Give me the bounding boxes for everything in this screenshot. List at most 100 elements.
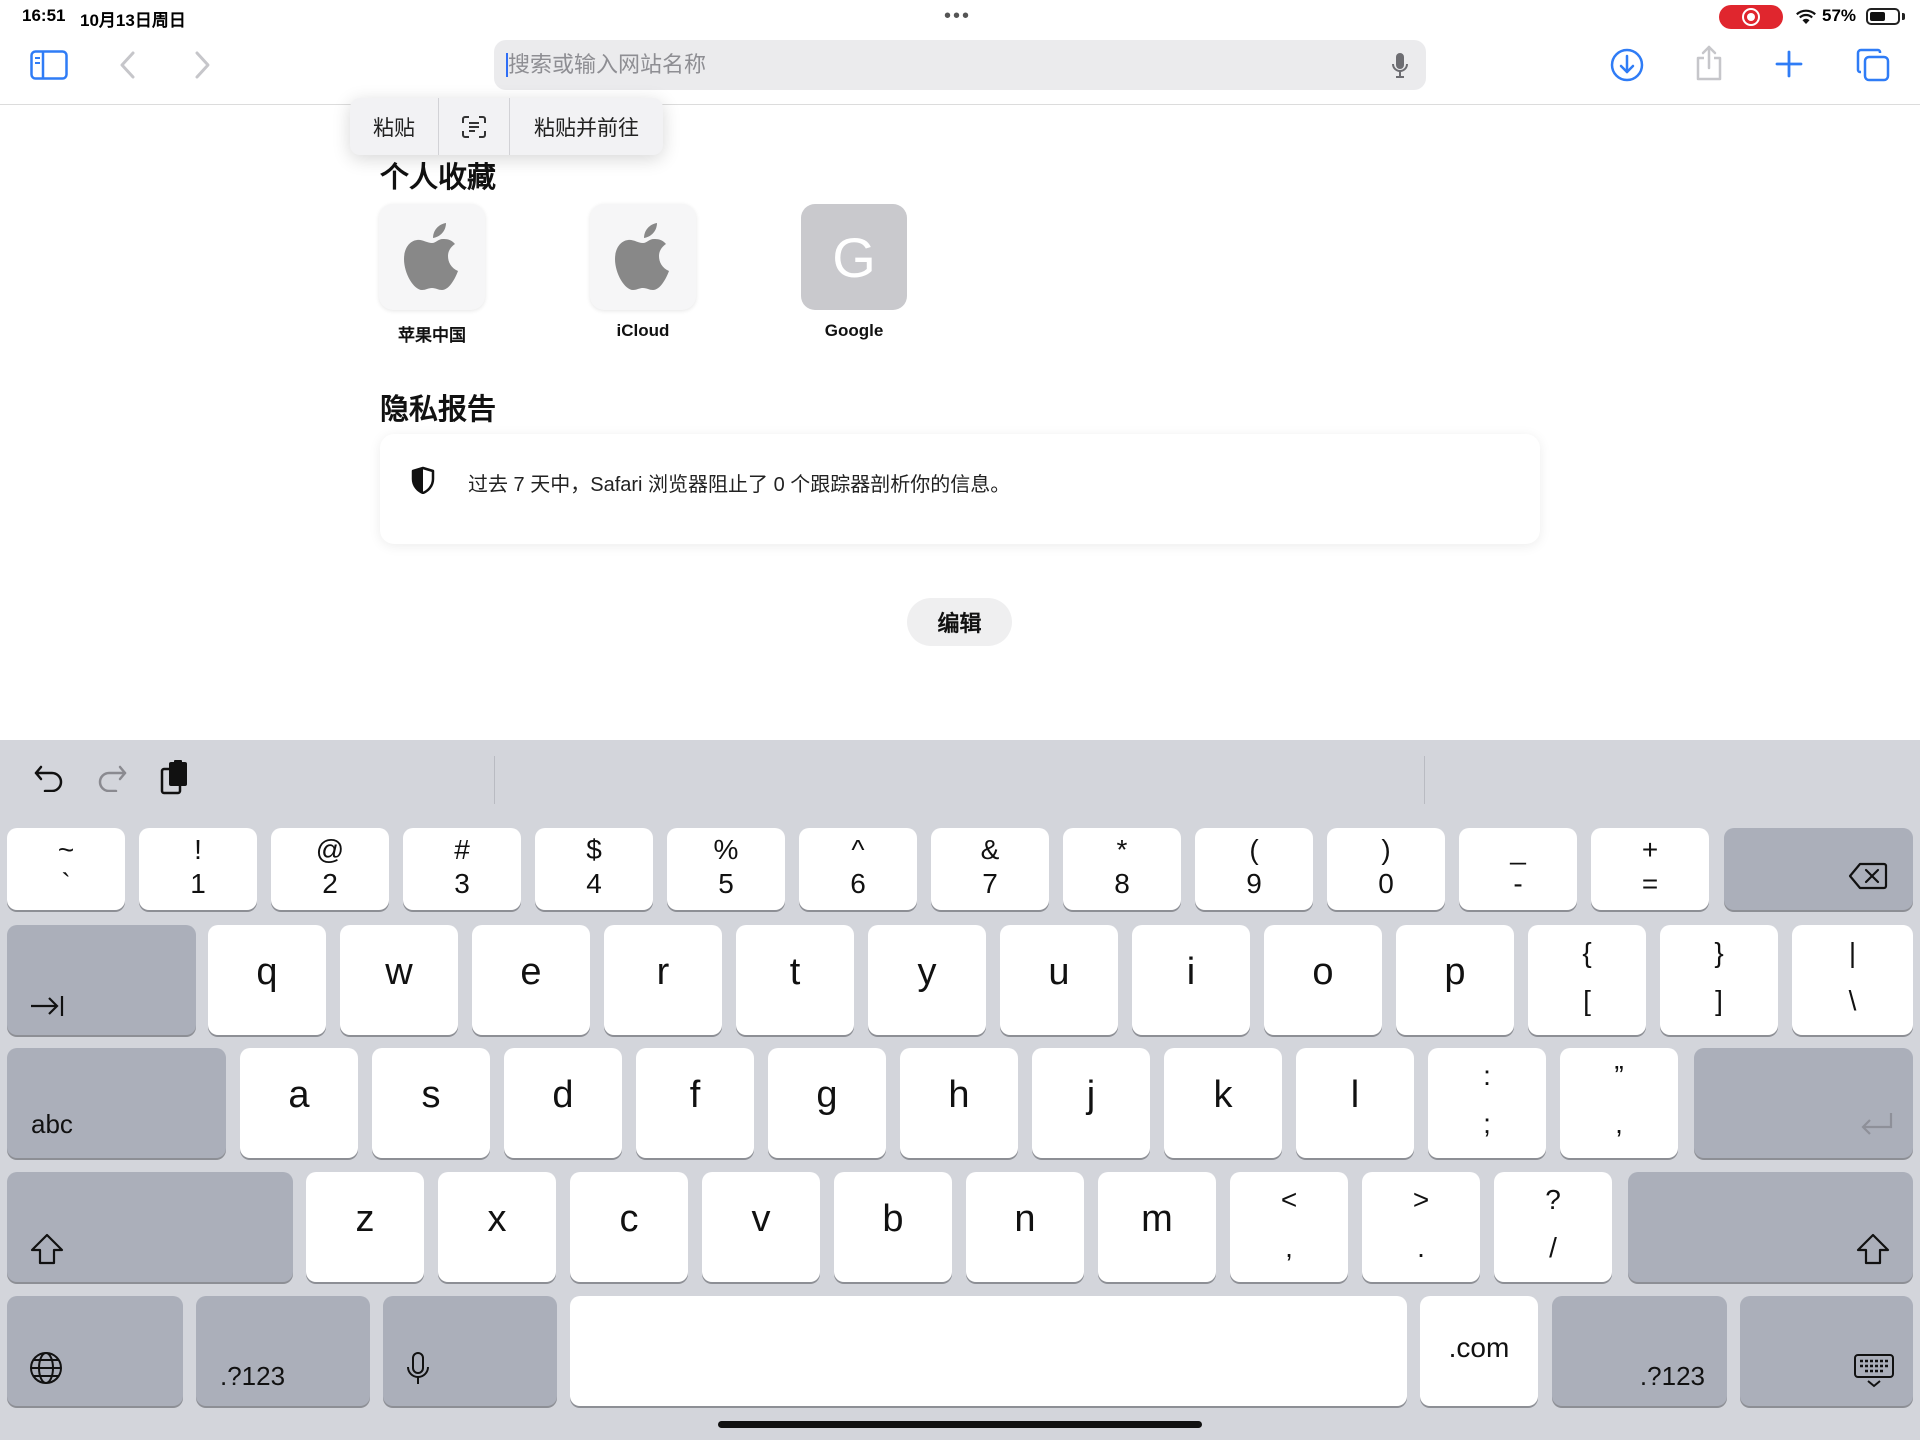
tabs-icon[interactable] bbox=[1856, 48, 1890, 82]
status-time: 16:51 bbox=[22, 6, 66, 25]
key-n[interactable]: n bbox=[966, 1172, 1084, 1282]
paste-button[interactable]: 粘贴 bbox=[350, 98, 438, 155]
key-e[interactable]: e bbox=[472, 925, 590, 1035]
delete-key[interactable] bbox=[1724, 828, 1913, 910]
numbers-key-left[interactable]: .?123 bbox=[196, 1296, 370, 1406]
key-y[interactable]: y bbox=[868, 925, 986, 1035]
key-=[interactable]: + = bbox=[1591, 828, 1709, 910]
favorite-icloud[interactable] bbox=[590, 204, 696, 310]
key-f[interactable]: f bbox=[636, 1048, 754, 1158]
key-label: w bbox=[385, 951, 413, 993]
battery-fill bbox=[1870, 12, 1885, 21]
scan-text-button[interactable] bbox=[439, 98, 509, 155]
key-label: i bbox=[1186, 951, 1196, 993]
key-x[interactable]: x bbox=[438, 1172, 556, 1282]
key-period[interactable]: >. bbox=[1362, 1172, 1480, 1282]
edit-button[interactable]: 编辑 bbox=[907, 598, 1012, 646]
key-l[interactable]: l bbox=[1296, 1048, 1414, 1158]
key-i[interactable]: i bbox=[1132, 925, 1250, 1035]
key-z[interactable]: z bbox=[306, 1172, 424, 1282]
key-[[interactable]: {[ bbox=[1528, 925, 1646, 1035]
key-k[interactable]: k bbox=[1164, 1048, 1282, 1158]
favorite-apple-china[interactable] bbox=[379, 204, 485, 310]
status-date: 10月13日周日 bbox=[80, 11, 186, 30]
key-o[interactable]: o bbox=[1264, 925, 1382, 1035]
key-;[interactable]: :; bbox=[1428, 1048, 1546, 1158]
key-6[interactable]: ^ 6 bbox=[799, 828, 917, 910]
home-indicator[interactable] bbox=[718, 1421, 1202, 1428]
favorite-label: iCloud bbox=[616, 321, 670, 340]
key-p[interactable]: p bbox=[1396, 925, 1514, 1035]
redo-icon[interactable] bbox=[96, 762, 128, 792]
key-8[interactable]: * 8 bbox=[1063, 828, 1181, 910]
share-icon[interactable] bbox=[1694, 44, 1724, 82]
key-m[interactable]: m bbox=[1098, 1172, 1216, 1282]
favorite-google[interactable]: G bbox=[801, 204, 907, 310]
key-7[interactable]: & 7 bbox=[931, 828, 1049, 910]
back-icon[interactable] bbox=[118, 50, 138, 80]
forward-icon[interactable] bbox=[192, 50, 212, 80]
key-,[interactable]: ”, bbox=[1560, 1048, 1678, 1158]
key-9[interactable]: (9 bbox=[1195, 828, 1313, 910]
key-`[interactable]: ~ ` bbox=[7, 828, 125, 910]
download-icon[interactable] bbox=[1610, 48, 1644, 82]
key-2[interactable]: @2 bbox=[271, 828, 389, 910]
shift-left-key[interactable] bbox=[7, 1172, 293, 1282]
key-comma[interactable]: <, bbox=[1230, 1172, 1348, 1282]
key-1[interactable]: ! 1 bbox=[139, 828, 257, 910]
search-input[interactable] bbox=[508, 40, 1368, 90]
key-d[interactable]: d bbox=[504, 1048, 622, 1158]
key-label: z bbox=[355, 1198, 375, 1240]
tab-key[interactable] bbox=[7, 925, 196, 1035]
url-bar[interactable] bbox=[494, 40, 1426, 90]
space-key[interactable] bbox=[570, 1296, 1407, 1406]
undo-icon[interactable] bbox=[33, 762, 65, 792]
key-r[interactable]: r bbox=[604, 925, 722, 1035]
dictation-key[interactable] bbox=[383, 1296, 557, 1406]
key-w[interactable]: w bbox=[340, 925, 458, 1035]
hide-keyboard-key[interactable] bbox=[1740, 1296, 1913, 1406]
key-label: 3 bbox=[454, 868, 470, 899]
multitasking-dots-icon[interactable]: ••• bbox=[944, 6, 971, 26]
key-q[interactable]: q bbox=[208, 925, 326, 1035]
shift-right-key[interactable] bbox=[1628, 1172, 1913, 1282]
key-label: + bbox=[1641, 834, 1659, 865]
paste-and-go-button[interactable]: 粘贴并前往 bbox=[510, 98, 663, 155]
key-4[interactable]: $4 bbox=[535, 828, 653, 910]
key-5[interactable]: % 5 bbox=[667, 828, 785, 910]
key-b[interactable]: b bbox=[834, 1172, 952, 1282]
key--[interactable]: _ - bbox=[1459, 828, 1577, 910]
return-key[interactable] bbox=[1694, 1048, 1913, 1158]
wifi-icon bbox=[1796, 9, 1816, 24]
key-][interactable]: }] bbox=[1660, 925, 1778, 1035]
key-label: c bbox=[619, 1198, 639, 1240]
key-slash[interactable]: ? / bbox=[1494, 1172, 1612, 1282]
privacy-report-text: 过去 7 天中，Safari 浏览器阻止了 0 个跟踪器剖析你的信息。 bbox=[468, 474, 1011, 496]
microphone-icon[interactable] bbox=[1391, 52, 1409, 80]
key-u[interactable]: u bbox=[1000, 925, 1118, 1035]
key-g[interactable]: g bbox=[768, 1048, 886, 1158]
globe-key[interactable] bbox=[7, 1296, 183, 1406]
key-3[interactable]: #3 bbox=[403, 828, 521, 910]
key-h[interactable]: h bbox=[900, 1048, 1018, 1158]
key-v[interactable]: v bbox=[702, 1172, 820, 1282]
key-label: \ bbox=[1848, 985, 1857, 1016]
numbers-key-right[interactable]: .?123 bbox=[1552, 1296, 1727, 1406]
key-c[interactable]: c bbox=[570, 1172, 688, 1282]
key-label: o bbox=[1312, 951, 1334, 993]
clipboard-icon[interactable] bbox=[160, 759, 190, 795]
key-\[interactable]: | \ bbox=[1792, 925, 1913, 1035]
key-j[interactable]: j bbox=[1032, 1048, 1150, 1158]
sidebar-icon[interactable] bbox=[30, 50, 68, 80]
dotcom-key[interactable]: .com bbox=[1420, 1296, 1538, 1406]
key-s[interactable]: s bbox=[372, 1048, 490, 1158]
key-label: u bbox=[1048, 951, 1070, 993]
abc-key[interactable]: abc bbox=[7, 1048, 226, 1158]
key-t[interactable]: t bbox=[736, 925, 854, 1035]
key-a[interactable]: a bbox=[240, 1048, 358, 1158]
globe-icon bbox=[29, 1351, 63, 1390]
key-label: g bbox=[816, 1074, 838, 1116]
plus-icon[interactable] bbox=[1775, 50, 1803, 78]
key-label: a bbox=[288, 1074, 310, 1116]
key-0[interactable]: ) 0 bbox=[1327, 828, 1445, 910]
